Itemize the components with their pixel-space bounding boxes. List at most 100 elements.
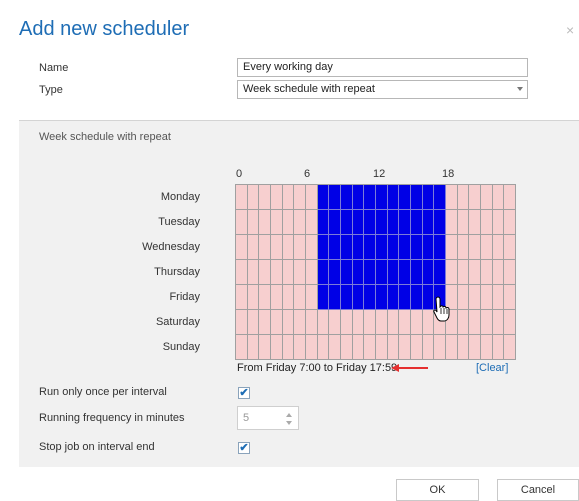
close-icon[interactable]: × — [566, 22, 574, 38]
grid-cell[interactable] — [259, 285, 271, 310]
stepper-up-icon[interactable] — [286, 413, 292, 417]
grid-cell-selected[interactable] — [341, 185, 353, 210]
grid-cell-selected[interactable] — [329, 210, 341, 235]
grid-cell[interactable] — [481, 310, 493, 335]
grid-cell[interactable] — [236, 210, 248, 235]
type-select[interactable]: Week schedule with repeat — [237, 80, 528, 99]
grid-cell[interactable] — [247, 185, 260, 210]
grid-cell[interactable] — [469, 185, 481, 210]
grid-cell-selected[interactable] — [352, 260, 365, 285]
grid-cell-selected[interactable] — [364, 210, 376, 235]
grid-cell[interactable] — [446, 235, 458, 260]
grid-cell-selected[interactable] — [329, 235, 341, 260]
grid-cell-selected[interactable] — [329, 285, 341, 310]
grid-cell[interactable] — [282, 185, 295, 210]
grid-cell[interactable] — [329, 310, 341, 335]
grid-cell[interactable] — [434, 335, 446, 360]
grid-cell[interactable] — [236, 285, 248, 310]
grid-cell[interactable] — [294, 310, 306, 335]
grid-cell[interactable] — [352, 310, 365, 335]
grid-cell-selected[interactable] — [376, 285, 388, 310]
grid-cell[interactable] — [446, 210, 458, 235]
grid-cell[interactable] — [364, 335, 376, 360]
grid-cell[interactable] — [236, 185, 248, 210]
grid-cell-selected[interactable] — [317, 210, 330, 235]
grid-cell-selected[interactable] — [434, 260, 446, 285]
grid-cell[interactable] — [259, 260, 271, 285]
grid-cell[interactable] — [399, 335, 411, 360]
grid-cell[interactable] — [376, 310, 388, 335]
grid-cell[interactable] — [492, 235, 505, 260]
grid-cell-selected[interactable] — [317, 185, 330, 210]
grid-cell[interactable] — [411, 310, 423, 335]
grid-cell[interactable] — [341, 335, 353, 360]
grid-cell-selected[interactable] — [341, 285, 353, 310]
frequency-stepper[interactable]: 5 — [237, 406, 299, 430]
grid-cell[interactable] — [259, 310, 271, 335]
grid-cell[interactable] — [492, 310, 505, 335]
clear-link[interactable]: [Clear] — [476, 362, 508, 374]
grid-cell[interactable] — [294, 210, 306, 235]
grid-cell[interactable] — [387, 335, 400, 360]
grid-cell[interactable] — [317, 335, 330, 360]
grid-cell-selected[interactable] — [411, 235, 423, 260]
grid-cell[interactable] — [504, 310, 516, 335]
grid-cell-selected[interactable] — [329, 260, 341, 285]
grid-cell[interactable] — [247, 210, 260, 235]
grid-cell[interactable] — [294, 285, 306, 310]
grid-cell[interactable] — [504, 185, 516, 210]
grid-cell-selected[interactable] — [434, 235, 446, 260]
grid-cell[interactable] — [247, 260, 260, 285]
grid-cell[interactable] — [259, 185, 271, 210]
grid-cell[interactable] — [282, 335, 295, 360]
grid-cell[interactable] — [481, 210, 493, 235]
grid-cell[interactable] — [446, 335, 458, 360]
grid-cell-selected[interactable] — [434, 185, 446, 210]
grid-cell[interactable] — [481, 185, 493, 210]
grid-cell[interactable] — [236, 260, 248, 285]
grid-cell-selected[interactable] — [364, 285, 376, 310]
grid-cell[interactable] — [469, 335, 481, 360]
grid-cell[interactable] — [294, 260, 306, 285]
grid-cell-selected[interactable] — [399, 185, 411, 210]
grid-cell[interactable] — [457, 335, 470, 360]
grid-cell-selected[interactable] — [364, 185, 376, 210]
grid-cell[interactable] — [247, 335, 260, 360]
grid-cell-selected[interactable] — [411, 185, 423, 210]
grid-cell[interactable] — [247, 235, 260, 260]
grid-cell[interactable] — [492, 210, 505, 235]
grid-cell[interactable] — [481, 285, 493, 310]
stepper-down-icon[interactable] — [286, 421, 292, 425]
grid-cell-selected[interactable] — [422, 185, 435, 210]
grid-cell[interactable] — [259, 335, 271, 360]
grid-cell[interactable] — [469, 260, 481, 285]
grid-cell[interactable] — [271, 285, 283, 310]
grid-cell-selected[interactable] — [317, 235, 330, 260]
grid-cell-selected[interactable] — [376, 260, 388, 285]
grid-cell[interactable] — [317, 310, 330, 335]
grid-cell[interactable] — [306, 285, 318, 310]
grid-cell-selected[interactable] — [387, 260, 400, 285]
grid-cell-selected[interactable] — [411, 210, 423, 235]
grid-cell[interactable] — [492, 335, 505, 360]
grid-cell[interactable] — [457, 260, 470, 285]
grid-cell-selected[interactable] — [411, 260, 423, 285]
grid-cell-selected[interactable] — [422, 235, 435, 260]
grid-cell[interactable] — [481, 235, 493, 260]
grid-cell-selected[interactable] — [387, 235, 400, 260]
grid-cell[interactable] — [306, 185, 318, 210]
grid-cell-selected[interactable] — [434, 210, 446, 235]
grid-cell-selected[interactable] — [364, 235, 376, 260]
grid-cell-selected[interactable] — [399, 260, 411, 285]
cancel-button[interactable]: Cancel — [497, 479, 579, 501]
grid-cell[interactable] — [271, 185, 283, 210]
grid-cell[interactable] — [282, 260, 295, 285]
grid-cell-selected[interactable] — [422, 210, 435, 235]
grid-cell[interactable] — [376, 335, 388, 360]
grid-cell[interactable] — [271, 310, 283, 335]
grid-cell[interactable] — [247, 310, 260, 335]
grid-cell[interactable] — [306, 335, 318, 360]
run-once-checkbox[interactable]: ✔ — [238, 387, 250, 399]
grid-cell-selected[interactable] — [376, 210, 388, 235]
grid-cell[interactable] — [282, 310, 295, 335]
